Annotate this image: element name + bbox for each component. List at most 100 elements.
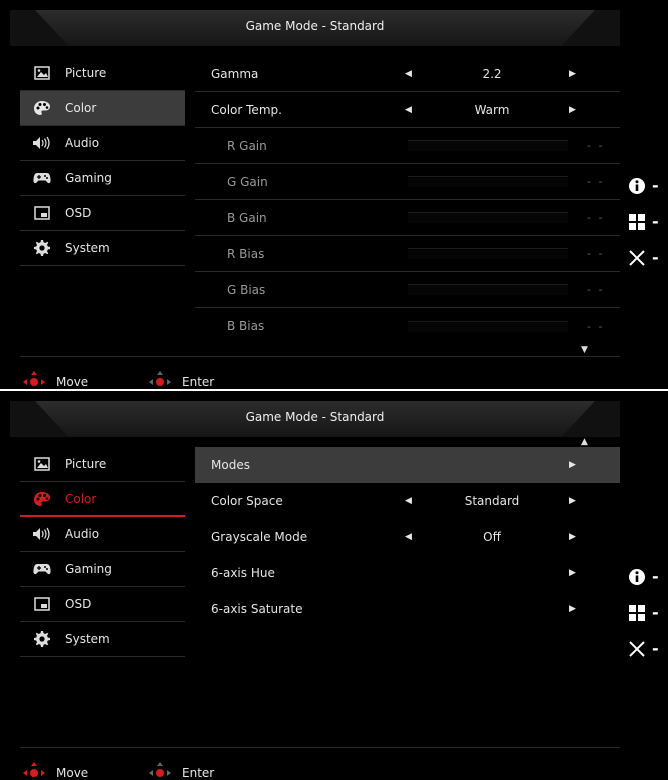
sidebar-item-color[interactable]: Color: [20, 91, 185, 126]
arrow-right-icon[interactable]: ▶: [569, 460, 576, 470]
setting-row-b-bias: B Bias - -: [195, 308, 620, 344]
input-icon: [629, 213, 645, 230]
close-icon: [629, 249, 645, 266]
setting-label: B Bias: [227, 319, 265, 333]
arrow-left-icon[interactable]: ◀: [405, 105, 412, 115]
speaker-icon: [28, 527, 56, 541]
sidebar-item-gaming[interactable]: Gaming: [20, 552, 185, 587]
sidebar-item-osd[interactable]: OSD: [20, 196, 185, 231]
palette-icon: [28, 100, 56, 116]
sidebar-item-label: Gaming: [65, 171, 112, 185]
gamepad-icon: [28, 562, 56, 576]
slider-bar: [408, 140, 568, 151]
info-icon: [629, 568, 645, 585]
setting-label: R Gain: [227, 138, 267, 153]
setting-value: - -: [587, 211, 605, 224]
sidebar-item-label: System: [65, 241, 110, 255]
gear-icon: [28, 631, 56, 647]
speaker-icon: [28, 136, 56, 150]
hint-label: -: [652, 248, 659, 267]
setting-row-6-axis-hue[interactable]: 6-axis Hue ▶: [195, 555, 620, 591]
arrow-left-icon[interactable]: ◀: [405, 69, 412, 79]
dpad-icon: [23, 371, 45, 389]
setting-row-r-bias: R Bias - -: [195, 236, 620, 272]
hint-input[interactable]: -: [628, 212, 659, 231]
setting-row-g-bias: G Bias - -: [195, 272, 620, 308]
palette-icon: [28, 491, 56, 507]
sidebar-item-label: System: [65, 632, 110, 646]
sidebar-item-label: OSD: [65, 597, 92, 611]
setting-label: B Gain: [227, 210, 267, 225]
setting-row-g-gain: G Gain - -: [195, 164, 620, 200]
slider-bar: [408, 320, 568, 332]
setting-label: Color Space: [211, 494, 283, 508]
osd-main: Game Mode - Standard Picture Color Audio…: [10, 0, 620, 389]
footer-move-label: Move: [56, 766, 89, 780]
footer-divider: [20, 356, 620, 357]
settings-list: Gamma ◀ 2.2 ▶ Color Temp. ◀ Warm ▶ R Gai…: [195, 56, 620, 355]
sidebar-item-picture[interactable]: Picture: [20, 447, 185, 482]
hint-label: -: [652, 567, 659, 586]
setting-row-grayscale-mode[interactable]: Grayscale Mode ◀ Off ▶: [195, 519, 620, 555]
osd-panel-top: Game Mode - Standard Picture Color Audio…: [0, 0, 668, 389]
footer-enter: Enter: [148, 761, 214, 780]
arrow-right-icon[interactable]: ▶: [569, 604, 576, 614]
sidebar-item-color[interactable]: Color: [20, 482, 185, 517]
sidebar-item-audio[interactable]: Audio: [20, 126, 185, 161]
arrow-left-icon[interactable]: ◀: [405, 532, 412, 542]
footer-divider: [20, 747, 620, 748]
setting-row-modes[interactable]: Modes ▶: [195, 447, 620, 483]
sidebar-item-osd[interactable]: OSD: [20, 587, 185, 622]
hint-label: -: [652, 639, 659, 658]
setting-label: Gamma: [211, 66, 259, 81]
osd-icon: [28, 597, 56, 611]
picture-icon: [28, 457, 56, 471]
hint-input[interactable]: -: [628, 603, 659, 622]
osd-icon: [28, 206, 56, 220]
osd-main: Game Mode - Standard Picture Color Audio…: [10, 391, 620, 780]
arrow-left-icon[interactable]: ◀: [405, 496, 412, 506]
sidebar-item-label: Picture: [65, 66, 107, 80]
hint-info[interactable]: -: [628, 567, 659, 586]
footer-move: Move: [22, 761, 88, 780]
sidebar-item-audio[interactable]: Audio: [20, 517, 185, 552]
setting-row-6-axis-saturate[interactable]: 6-axis Saturate ▶: [195, 591, 620, 627]
scroll-up-icon[interactable]: ▲: [581, 437, 588, 447]
sidebar-item-label: Audio: [65, 136, 100, 150]
setting-row-color-temp[interactable]: Color Temp. ◀ Warm ▶: [195, 92, 620, 128]
close-icon: [629, 640, 645, 657]
sidebar-item-system[interactable]: System: [20, 622, 185, 657]
setting-value: 2.2: [482, 66, 502, 81]
arrow-right-icon[interactable]: ▶: [569, 496, 576, 506]
setting-value: - -: [587, 175, 605, 188]
hint-close[interactable]: -: [628, 248, 659, 267]
gamepad-icon: [28, 171, 56, 185]
sidebar-item-picture[interactable]: Picture: [20, 56, 185, 91]
arrow-right-icon[interactable]: ▶: [569, 105, 576, 115]
sidebar-item-gaming[interactable]: Gaming: [20, 161, 185, 196]
setting-row-color-space[interactable]: Color Space ◀ Standard ▶: [195, 483, 620, 519]
hint-label: -: [652, 176, 659, 195]
info-icon: [629, 177, 645, 194]
sidebar-item-label: OSD: [65, 206, 92, 220]
sidebar: Picture Color Audio Gaming OSD System: [20, 447, 185, 657]
sidebar-item-system[interactable]: System: [20, 231, 185, 266]
hint-close[interactable]: -: [628, 639, 659, 658]
setting-row-gamma[interactable]: Gamma ◀ 2.2 ▶: [195, 56, 620, 92]
setting-label: 6-axis Saturate: [211, 602, 303, 616]
sidebar-item-label: Audio: [65, 527, 100, 541]
hint-label: -: [652, 603, 659, 622]
enter-icon: [149, 371, 171, 389]
setting-label: R Bias: [227, 246, 265, 261]
scroll-down-icon[interactable]: ▼: [581, 345, 588, 355]
setting-value: Standard: [464, 494, 520, 508]
hint-info[interactable]: -: [628, 176, 659, 195]
arrow-right-icon[interactable]: ▶: [569, 69, 576, 79]
setting-label: Grayscale Mode: [211, 530, 308, 544]
arrow-right-icon[interactable]: ▶: [569, 568, 576, 578]
arrow-right-icon[interactable]: ▶: [569, 532, 576, 542]
footer-move: Move: [22, 370, 88, 389]
setting-row-r-gain: R Gain - -: [195, 128, 620, 164]
setting-label: G Bias: [227, 282, 266, 297]
setting-row-b-gain: B Gain - -: [195, 200, 620, 236]
